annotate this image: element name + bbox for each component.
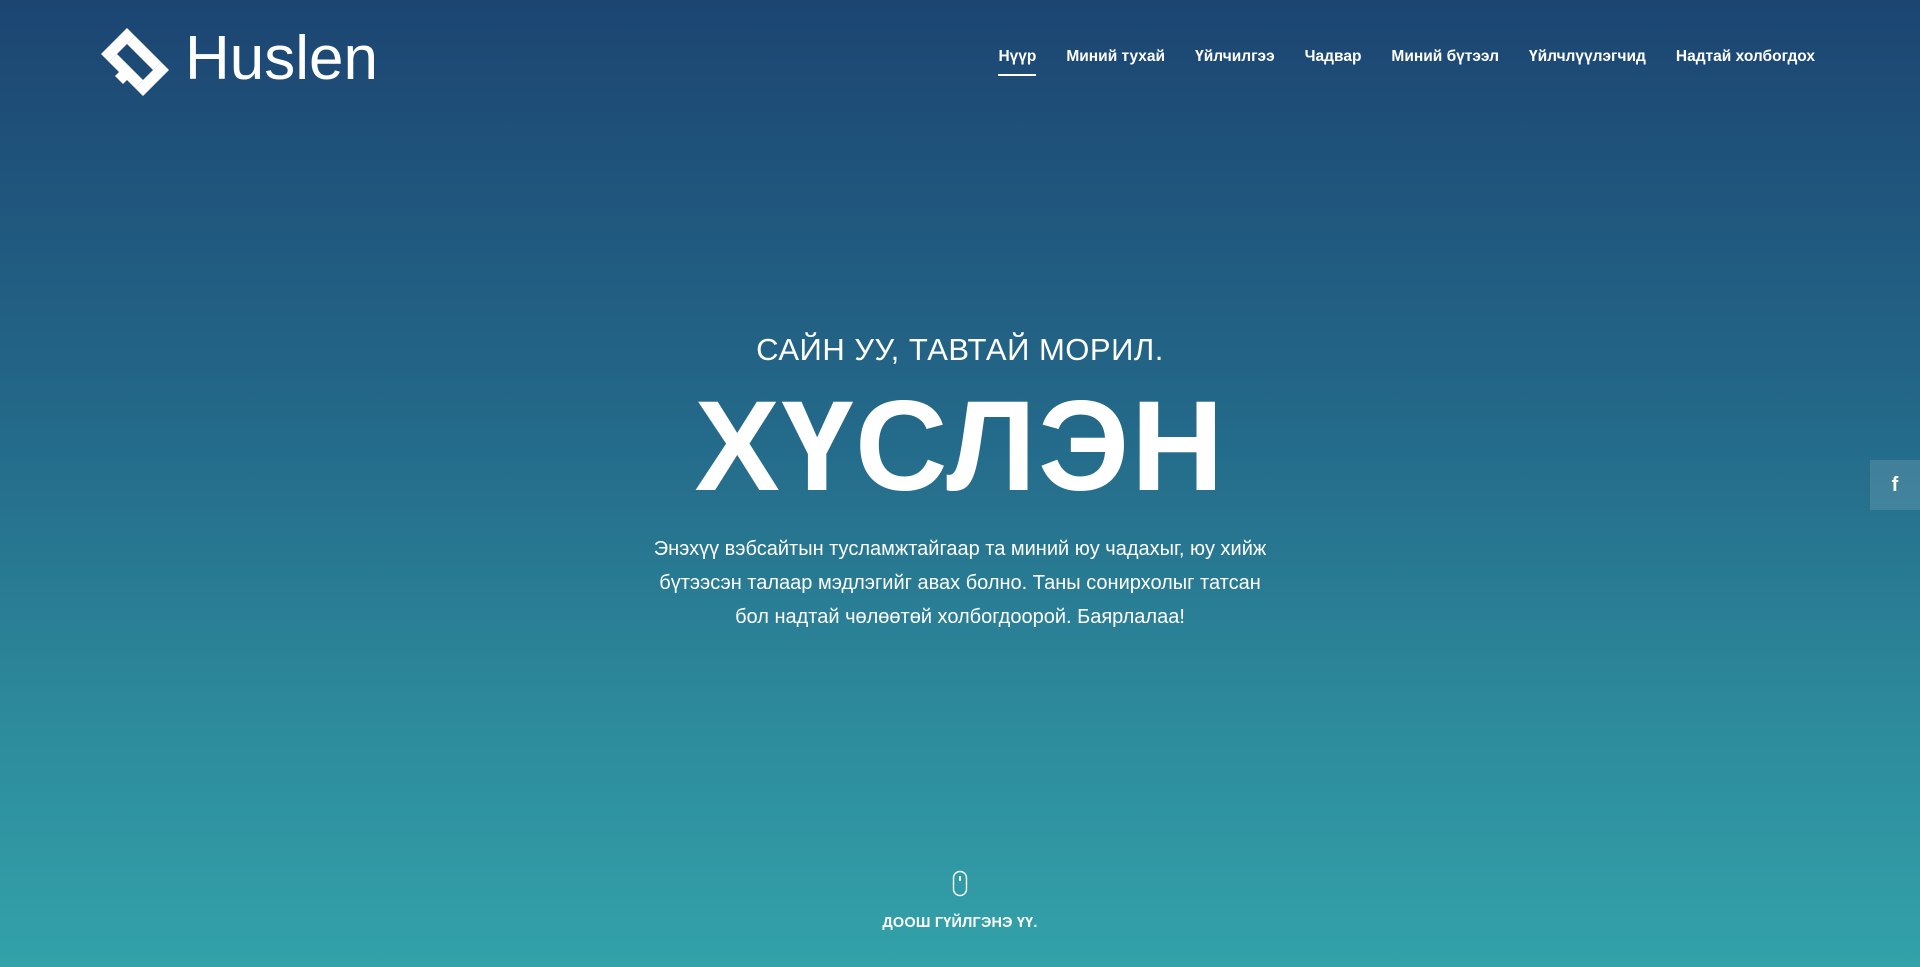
site-header: Huslen Нүүр Миний тухай Үйлчилгээ Чадвар… [0,0,1920,120]
mouse-icon [952,870,968,897]
nav-item-contact[interactable]: Надтай холбогдох [1661,48,1830,66]
nav-item-home[interactable]: Нүүр [983,48,1051,76]
scroll-down-indicator[interactable]: ДООШ ГҮЙЛГЭНЭ ҮҮ. [0,870,1920,931]
brand-name: Huslen [185,24,378,93]
facebook-button[interactable]: f [1870,460,1920,510]
brand-logo[interactable]: Huslen [95,22,378,102]
nav-item-portfolio[interactable]: Миний бүтээл [1376,48,1514,66]
facebook-icon: f [1891,473,1899,496]
hero-section: САЙН УУ, ТАВТАЙ МОРИЛ. ХҮСЛЭН Энэхүү вэб… [0,320,1920,634]
hero-greeting: САЙН УУ, ТАВТАЙ МОРИЛ. [756,332,1164,367]
scroll-down-label: ДООШ ГҮЙЛГЭНЭ ҮҮ. [882,915,1038,931]
hero-description: Энэхүү вэбсайтын тусламжтайгаар та миний… [653,538,1267,628]
huslen-logo-icon [101,28,169,96]
nav-item-services[interactable]: Үйлчилгээ [1180,48,1290,66]
nav-item-clients[interactable]: Үйлчлүүлэгчид [1514,48,1661,66]
nav-item-about[interactable]: Миний тухай [1051,48,1180,66]
main-nav: Нүүр Миний тухай Үйлчилгээ Чадвар Миний … [983,48,1830,76]
hero-title: ХҮСЛЭН [694,375,1226,518]
nav-item-skills[interactable]: Чадвар [1290,48,1377,66]
